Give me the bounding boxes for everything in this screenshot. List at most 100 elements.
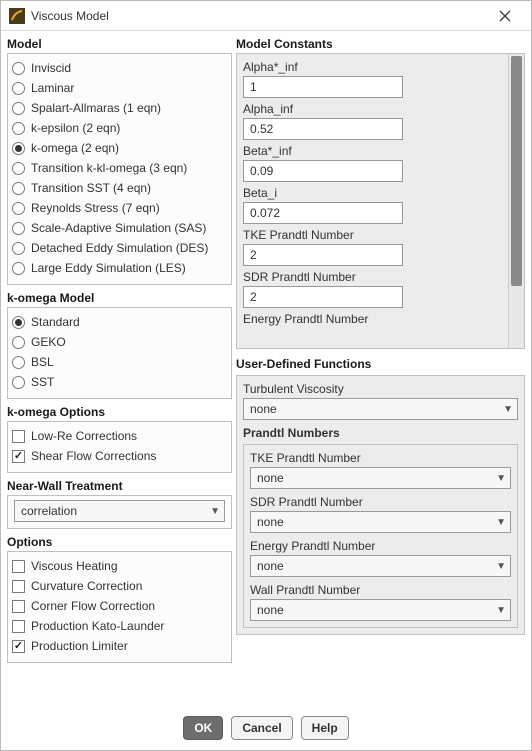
- model-label: Reynolds Stress (7 eqn): [31, 201, 160, 215]
- close-icon: [499, 10, 511, 22]
- option-option[interactable]: Curvature Correction: [12, 576, 227, 596]
- model-option[interactable]: Transition SST (4 eqn): [12, 178, 227, 198]
- komega-model-option[interactable]: Standard: [12, 312, 227, 332]
- constants-scrollbar[interactable]: [508, 54, 524, 348]
- radio-icon: [12, 82, 25, 95]
- prandtl-numbers-box: TKE Prandtl Numbernone▼SDR Prandtl Numbe…: [243, 444, 518, 628]
- cancel-button[interactable]: Cancel: [231, 716, 292, 740]
- prandtl-value: none: [257, 471, 496, 485]
- prandtl-dropdown[interactable]: none▼: [250, 555, 511, 577]
- constant-label: Beta*_inf: [243, 144, 502, 158]
- komega-model-label: SST: [31, 375, 54, 389]
- checkbox-icon: [12, 430, 25, 443]
- constant-label: Alpha*_inf: [243, 60, 502, 74]
- radio-icon: [12, 242, 25, 255]
- scrollbar-thumb[interactable]: [511, 56, 522, 286]
- prandtl-dropdown[interactable]: none▼: [250, 599, 511, 621]
- radio-icon: [12, 376, 25, 389]
- turb-visc-value: none: [250, 402, 503, 416]
- constants-scroll-area: Alpha*_inf1Alpha_inf0.52Beta*_inf0.09Bet…: [237, 54, 508, 348]
- model-label: Transition SST (4 eqn): [31, 181, 151, 195]
- app-icon: [9, 8, 25, 24]
- turb-visc-label: Turbulent Viscosity: [243, 382, 518, 396]
- option-option[interactable]: Production Limiter: [12, 636, 227, 656]
- titlebar: Viscous Model: [1, 1, 531, 31]
- option-label: Viscous Heating: [31, 559, 118, 573]
- prandtl-value: none: [257, 603, 496, 617]
- chevron-down-icon: ▼: [503, 404, 513, 415]
- model-option[interactable]: Scale-Adaptive Simulation (SAS): [12, 218, 227, 238]
- radio-icon: [12, 162, 25, 175]
- option-option[interactable]: Viscous Heating: [12, 556, 227, 576]
- komega-option-option[interactable]: Shear Flow Corrections: [12, 446, 227, 466]
- komega-model-option[interactable]: GEKO: [12, 332, 227, 352]
- model-option[interactable]: Laminar: [12, 78, 227, 98]
- model-option[interactable]: Reynolds Stress (7 eqn): [12, 198, 227, 218]
- chevron-down-icon: ▼: [210, 506, 220, 517]
- udf-title: User-Defined Functions: [236, 355, 525, 373]
- model-option[interactable]: Inviscid: [12, 58, 227, 78]
- radio-icon: [12, 316, 25, 329]
- constant-input[interactable]: 2: [243, 244, 403, 266]
- model-label: Spalart-Allmaras (1 eqn): [31, 101, 161, 115]
- constant-label: Energy Prandtl Number: [243, 312, 502, 326]
- radio-icon: [12, 356, 25, 369]
- ok-button[interactable]: OK: [183, 716, 223, 740]
- constant-input[interactable]: 0.52: [243, 118, 403, 140]
- komega-model-title: k-omega Model: [7, 289, 232, 307]
- left-column: Model Inviscid Laminar Spalart-Allmaras (1…: [7, 35, 232, 706]
- udf-box: Turbulent Viscosity none ▼ Prandtl Numbe…: [236, 375, 525, 635]
- option-label: Production Kato-Launder: [31, 619, 164, 633]
- turb-visc-dropdown[interactable]: none ▼: [243, 398, 518, 420]
- constant-input[interactable]: 2: [243, 286, 403, 308]
- constant-input[interactable]: 1: [243, 76, 403, 98]
- komega-option-option[interactable]: Low-Re Corrections: [12, 426, 227, 446]
- chevron-down-icon: ▼: [496, 561, 506, 572]
- constant-label: SDR Prandtl Number: [243, 270, 502, 284]
- radio-icon: [12, 202, 25, 215]
- model-label: k-omega (2 eqn): [31, 141, 119, 155]
- radio-icon: [12, 122, 25, 135]
- model-option[interactable]: Spalart-Allmaras (1 eqn): [12, 98, 227, 118]
- chevron-down-icon: ▼: [496, 605, 506, 616]
- constant-label: Alpha_inf: [243, 102, 502, 116]
- model-option[interactable]: Detached Eddy Simulation (DES): [12, 238, 227, 258]
- right-column: Model Constants Alpha*_inf 1 Alpha_inf 0.52…: [236, 35, 525, 706]
- komega-model-option[interactable]: SST: [12, 372, 227, 392]
- model-option[interactable]: k-epsilon (2 eqn): [12, 118, 227, 138]
- near-wall-group: correlation ▼: [7, 495, 232, 529]
- radio-icon: [12, 222, 25, 235]
- dialog-footer: OK Cancel Help: [1, 706, 531, 750]
- komega-model-label: Standard: [31, 315, 80, 329]
- help-button[interactable]: Help: [301, 716, 349, 740]
- prandtl-label: Wall Prandtl Number: [250, 583, 511, 597]
- komega-option-label: Low-Re Corrections: [31, 429, 137, 443]
- constants-title: Model Constants: [236, 35, 525, 53]
- viscous-model-dialog: Viscous Model Model Inviscid Laminar Spala…: [0, 0, 532, 751]
- constant-input[interactable]: 0.09: [243, 160, 403, 182]
- prandtl-numbers-title: Prandtl Numbers: [243, 426, 518, 440]
- option-label: Production Limiter: [31, 639, 128, 653]
- checkbox-icon: [12, 600, 25, 613]
- option-label: Curvature Correction: [31, 579, 142, 593]
- chevron-down-icon: ▼: [496, 517, 506, 528]
- option-option[interactable]: Production Kato-Launder: [12, 616, 227, 636]
- constant-input[interactable]: 0.072: [243, 202, 403, 224]
- radio-icon: [12, 336, 25, 349]
- prandtl-dropdown[interactable]: none▼: [250, 511, 511, 533]
- model-label: Laminar: [31, 81, 74, 95]
- prandtl-dropdown[interactable]: none▼: [250, 467, 511, 489]
- komega-model-group: Standard GEKO BSL SST: [7, 307, 232, 399]
- komega-model-label: GEKO: [31, 335, 66, 349]
- model-label: k-epsilon (2 eqn): [31, 121, 120, 135]
- model-option[interactable]: Large Eddy Simulation (LES): [12, 258, 227, 278]
- chevron-down-icon: ▼: [496, 473, 506, 484]
- prandtl-label: Energy Prandtl Number: [250, 539, 511, 553]
- model-option[interactable]: Transition k-kl-omega (3 eqn): [12, 158, 227, 178]
- close-button[interactable]: [487, 6, 523, 26]
- model-title: Model: [7, 35, 232, 53]
- model-option[interactable]: k-omega (2 eqn): [12, 138, 227, 158]
- near-wall-dropdown[interactable]: correlation ▼: [14, 500, 225, 522]
- option-option[interactable]: Corner Flow Correction: [12, 596, 227, 616]
- komega-model-option[interactable]: BSL: [12, 352, 227, 372]
